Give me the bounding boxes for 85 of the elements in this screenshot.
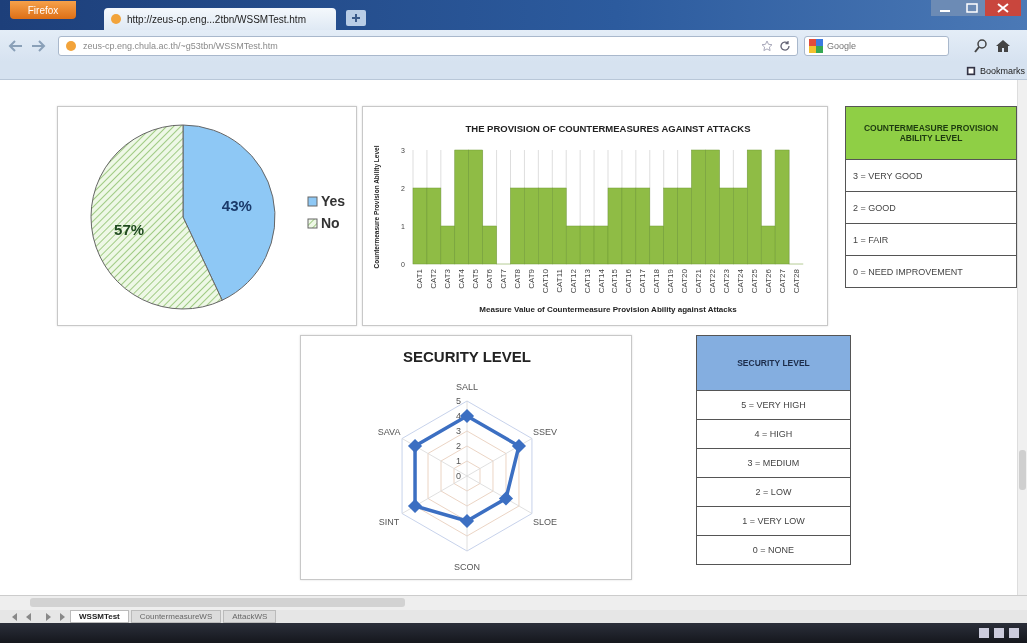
firefox-menu-button[interactable]: Firefox: [10, 1, 76, 19]
vertical-scrollbar[interactable]: [1017, 80, 1027, 595]
category-label: CAT1: [415, 269, 425, 289]
slice-label: 43%: [221, 196, 252, 214]
axis-label: SINT: [378, 517, 400, 527]
category-label: CAT14: [596, 269, 606, 294]
horizontal-scrollbar[interactable]: [0, 595, 1027, 610]
tick-label: 4: [456, 411, 461, 421]
axis-title: Measure Value of Countermeasure Provision Ability against Attacks: [479, 305, 737, 314]
category-label: CAT17: [638, 269, 648, 294]
category-label: CAT27: [777, 269, 787, 294]
axis-label: SCON: [454, 562, 480, 572]
category-label: CAT20: [680, 269, 690, 294]
chart-title: THE PROVISION OF COUNTERMEASURES AGAINST ATTACKS: [465, 123, 751, 134]
category-label: CAT26: [763, 269, 773, 294]
category-label: CAT2: [429, 269, 439, 289]
category-label: CAT24: [735, 269, 745, 294]
browser-tab[interactable]: http://zeus-cp.eng...2tbn/WSSMTest.htm: [104, 8, 336, 30]
bar: [579, 225, 595, 265]
category-label: CAT7: [499, 269, 509, 289]
search-input[interactable]: Google: [827, 41, 937, 51]
tick-label: 5: [456, 396, 461, 406]
axis-label: SLOE: [532, 517, 557, 527]
category-label: CAT18: [652, 269, 662, 294]
sheet-tab[interactable]: CountermeasureWS: [130, 610, 222, 623]
category-label: CAT6: [485, 269, 495, 289]
favicon-icon: [65, 40, 77, 52]
favicon-icon: [110, 13, 122, 25]
category-label: CAT25: [749, 269, 759, 294]
tab-title: http://zeus-cp.eng...2tbn/WSSMTest.htm: [127, 13, 306, 25]
category-label: CAT19: [666, 269, 676, 294]
category-label: CAT9: [526, 269, 536, 289]
bookmarks-button[interactable]: Bookmarks: [964, 65, 1027, 76]
table-cell: 3 = VERY GOOD: [845, 159, 1017, 192]
tick-label: 0: [456, 471, 461, 481]
category-label: CAT13: [582, 269, 592, 294]
category-label: CAT28: [791, 269, 801, 294]
axis-label: SAVA: [377, 427, 401, 437]
chart-title: SECURITY LEVEL: [402, 348, 532, 365]
table-header: COUNTERMEASURE PROVISION ABILITY LEVEL: [845, 106, 1017, 160]
slice-label: 57%: [114, 221, 145, 239]
category-label: CAT5: [471, 269, 481, 289]
table-cell: 0 = NEED IMPROVEMENT: [845, 255, 1017, 288]
sheet-tab[interactable]: AttackWS: [223, 610, 277, 623]
category-label: CAT21: [694, 269, 704, 294]
tray-icons-icon[interactable]: [979, 627, 1019, 639]
category-label: CAT4: [457, 269, 467, 289]
category-label: CAT10: [540, 269, 550, 294]
new-tab-icon[interactable]: [346, 10, 366, 26]
bookmarks-icon: [966, 65, 976, 76]
table-header: SECURITY LEVEL: [696, 335, 851, 391]
reload-icon[interactable]: [779, 40, 791, 52]
search-icon[interactable]: [973, 38, 989, 54]
tick-label: 1: [456, 456, 461, 466]
category-label: CAT12: [568, 269, 578, 294]
category-label: CAT15: [610, 269, 620, 294]
star-icon[interactable]: [761, 40, 773, 52]
table-cell: 5 = VERY HIGH: [696, 390, 851, 420]
home-icon[interactable]: [995, 38, 1011, 54]
table-cell: 1 = VERY LOW: [696, 506, 851, 536]
table-cell: 1 = FAIR: [845, 223, 1017, 256]
window-controls-icon[interactable]: [931, 0, 1021, 18]
table-cell: 3 = MEDIUM: [696, 448, 851, 478]
legend-swatch-icon: [307, 196, 318, 207]
search-field[interactable]: Google: [804, 36, 949, 56]
table-cell: 2 = GOOD: [845, 191, 1017, 224]
google-icon: [809, 39, 823, 53]
legend-label: No: [321, 215, 340, 231]
category-label: CAT22: [707, 269, 717, 294]
category-label: CAT8: [512, 269, 522, 289]
axis-label: SSEV: [532, 427, 557, 437]
table-cell: 2 = LOW: [696, 477, 851, 507]
tick-label: 2: [456, 441, 461, 451]
tick-label: 3: [456, 426, 461, 436]
table-cell: 4 = HIGH: [696, 419, 851, 449]
table-cell: 0 = NONE: [696, 535, 851, 565]
category-label: CAT16: [624, 269, 634, 294]
sheet-tab[interactable]: WSSMTest: [70, 610, 129, 623]
legend-swatch-icon: [307, 218, 318, 229]
category-label: CAT11: [554, 269, 564, 293]
category-label: CAT23: [721, 269, 731, 294]
legend-label: Yes: [321, 193, 346, 209]
address-field[interactable]: zeus-cp.eng.chula.ac.th/~g53tbn/WSSMTest.htm: [58, 36, 798, 56]
axis-label: SALL: [456, 382, 478, 392]
category-label: CAT3: [443, 269, 453, 289]
